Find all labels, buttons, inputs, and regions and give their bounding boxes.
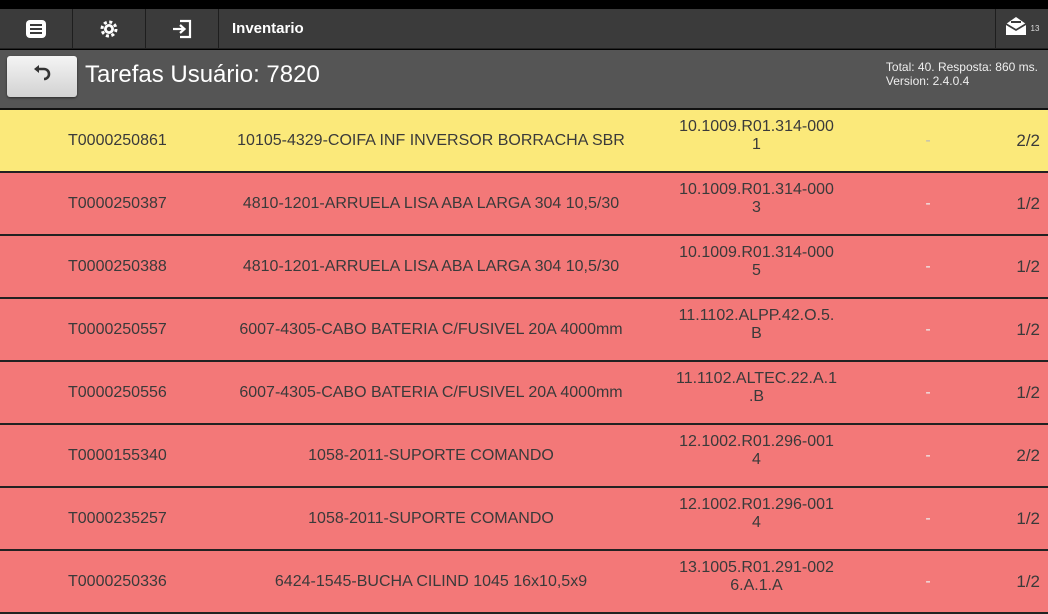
location-line-2: 4 <box>752 451 761 468</box>
task-quantity: 2/2 <box>1016 446 1040 465</box>
task-location: 12.1002.R01.296-001 4 <box>654 433 859 469</box>
page-title: Tarefas Usuário: 7820 <box>85 61 320 88</box>
task-id: T0000250557 <box>68 321 167 338</box>
location-line-2: 1 <box>752 136 761 153</box>
task-row[interactable]: T0000250556 6007-4305-CABO BATERIA C/FUSI… <box>0 362 1048 425</box>
task-mark: - <box>925 258 931 275</box>
gear-icon <box>98 18 120 40</box>
task-quantity: 1/2 <box>1016 320 1040 339</box>
location-line-1: 11.1102.ALPP.42.O.5. <box>678 307 835 324</box>
task-location: 11.1102.ALTEC.22.A.1 .B <box>654 370 859 406</box>
task-quantity: 1/2 <box>1016 509 1040 528</box>
task-id: T0000250556 <box>68 384 167 401</box>
task-mark: - <box>925 573 931 590</box>
task-id: T0000250387 <box>68 195 167 212</box>
task-quantity: 2/2 <box>1016 131 1040 150</box>
task-id: T0000250336 <box>68 573 167 590</box>
task-location: 13.1005.R01.291-002 6.A.1.A <box>654 559 859 595</box>
location-line-1: 12.1002.R01.296-001 <box>679 496 834 513</box>
task-id: T0000250388 <box>68 258 167 275</box>
task-location: 11.1102.ALPP.42.O.5. B <box>654 307 859 343</box>
task-description: 4810-1201-ARRUELA LISA ABA LARGA 304 10,… <box>242 195 620 212</box>
location-line-1: 12.1002.R01.296-001 <box>679 433 834 450</box>
task-description: 4810-1201-ARRUELA LISA ABA LARGA 304 10,… <box>242 258 620 275</box>
task-location: 12.1002.R01.296-001 4 <box>654 496 859 532</box>
task-row[interactable]: T0000250336 6424-1545-BUCHA CILIND 1045 1… <box>0 551 1048 614</box>
location-line-1: 11.1102.ALTEC.22.A.1 <box>676 370 837 387</box>
task-description: 1058-2011-SUPORTE COMANDO <box>308 447 554 464</box>
task-description: 1058-2011-SUPORTE COMANDO <box>308 510 554 527</box>
menu-button[interactable] <box>0 9 73 48</box>
task-mark: - <box>925 132 931 149</box>
location-line-1: 13.1005.R01.291-002 <box>679 559 834 576</box>
location-line-2: 3 <box>752 199 761 216</box>
messages-button[interactable]: 13 <box>995 9 1048 48</box>
task-quantity: 1/2 <box>1016 572 1040 591</box>
task-mark: - <box>925 447 931 464</box>
screen-header: Tarefas Usuário: 7820 Total: 40. Respost… <box>0 50 1048 108</box>
task-row[interactable]: T0000250557 6007-4305-CABO BATERIA C/FUSI… <box>0 299 1048 362</box>
task-description: 6007-4305-CABO BATERIA C/FUSIVEL 20A 400… <box>239 384 623 401</box>
task-list: T0000250861 10105-4329-COIFA INF INVERSOR… <box>0 110 1048 614</box>
task-quantity: 1/2 <box>1016 383 1040 402</box>
task-mark: - <box>925 384 931 401</box>
task-location: 10.1009.R01.314-000 1 <box>654 118 859 154</box>
task-quantity: 1/2 <box>1016 257 1040 276</box>
login-button[interactable] <box>146 9 219 48</box>
login-icon <box>171 18 193 40</box>
task-description: 10105-4329-COIFA INF INVERSOR BORRACHA S… <box>237 132 625 149</box>
status-info: Total: 40. Resposta: 860 ms. Version: 2.… <box>886 60 1038 88</box>
menu-icon <box>25 19 47 39</box>
location-line-1: 10.1009.R01.314-000 <box>679 118 834 135</box>
task-mark: - <box>925 510 931 527</box>
task-row[interactable]: T0000155340 1058-2011-SUPORTE COMANDO 12.1… <box>0 425 1048 488</box>
task-mark: - <box>925 321 931 338</box>
mail-icon <box>1005 16 1027 41</box>
location-line-1: 10.1009.R01.314-000 <box>679 181 834 198</box>
location-line-2: .B <box>748 388 765 405</box>
back-arrow-icon <box>32 64 52 89</box>
task-row[interactable]: T0000235257 1058-2011-SUPORTE COMANDO 12.1… <box>0 488 1048 551</box>
location-line-2: 5 <box>752 262 761 279</box>
task-quantity: 1/2 <box>1016 194 1040 213</box>
location-line-1: 10.1009.R01.314-000 <box>679 244 834 261</box>
settings-button[interactable] <box>73 9 146 48</box>
toolbar: Inventario 13 <box>0 9 1048 49</box>
mail-count-badge: 13 <box>1030 24 1040 33</box>
app-title: Inventario <box>232 20 304 37</box>
task-mark: - <box>925 195 931 212</box>
task-location: 10.1009.R01.314-000 3 <box>654 181 859 217</box>
task-id: T0000155340 <box>68 447 167 464</box>
response-info: Total: 40. Resposta: 860 ms. <box>885 60 1038 74</box>
back-button[interactable] <box>7 56 77 97</box>
location-line-2: B <box>751 325 762 342</box>
task-row[interactable]: T0000250861 10105-4329-COIFA INF INVERSOR… <box>0 110 1048 173</box>
location-line-2: 6.A.1.A <box>730 577 783 594</box>
task-description: 6007-4305-CABO BATERIA C/FUSIVEL 20A 400… <box>239 321 623 338</box>
task-row[interactable]: T0000250387 4810-1201-ARRUELA LISA ABA LA… <box>0 173 1048 236</box>
task-id: T0000235257 <box>68 510 167 527</box>
task-description: 6424-1545-BUCHA CILIND 1045 16x10,5x9 <box>274 573 588 590</box>
task-row[interactable]: T0000250388 4810-1201-ARRUELA LISA ABA LA… <box>0 236 1048 299</box>
version-info: Version: 2.4.0.4 <box>885 74 970 88</box>
task-location: 10.1009.R01.314-000 5 <box>654 244 859 280</box>
location-line-2: 4 <box>752 514 761 531</box>
task-id: T0000250861 <box>68 132 167 149</box>
